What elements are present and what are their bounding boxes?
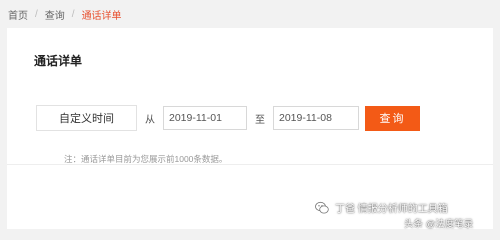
breadcrumb: 首页 / 查询 / 通话详单: [8, 6, 122, 22]
wechat-icon: [315, 201, 329, 213]
to-label: 至: [255, 114, 265, 126]
main-panel: 通话详单 自定义时间 从 2019-11-01 至 2019-11-08 查询 …: [7, 28, 493, 229]
custom-time-button[interactable]: 自定义时间: [36, 105, 137, 131]
watermark-text: 丁爸 情报分析师的工具箱: [335, 204, 448, 215]
breadcrumb-current: 通话详单: [81, 10, 122, 22]
divider: [7, 164, 493, 165]
breadcrumb-separator: /: [71, 8, 75, 20]
end-date-input[interactable]: 2019-11-08: [273, 106, 359, 130]
breadcrumb-home[interactable]: 首页: [8, 7, 28, 22]
breadcrumb-query[interactable]: 查询: [45, 7, 65, 22]
watermark: 丁爸 情报分析师的工具箱: [315, 200, 448, 215]
query-button[interactable]: 查询: [365, 105, 420, 131]
from-label: 从: [145, 114, 155, 126]
page-title: 通话详单: [34, 54, 83, 68]
start-date-input[interactable]: 2019-11-01: [163, 106, 247, 130]
breadcrumb-separator: /: [35, 8, 38, 20]
date-filter-row: 自定义时间 从 2019-11-01 至 2019-11-08 查询: [36, 105, 420, 131]
watermark-text-secondary: 头条 @法度笔录: [404, 219, 474, 230]
